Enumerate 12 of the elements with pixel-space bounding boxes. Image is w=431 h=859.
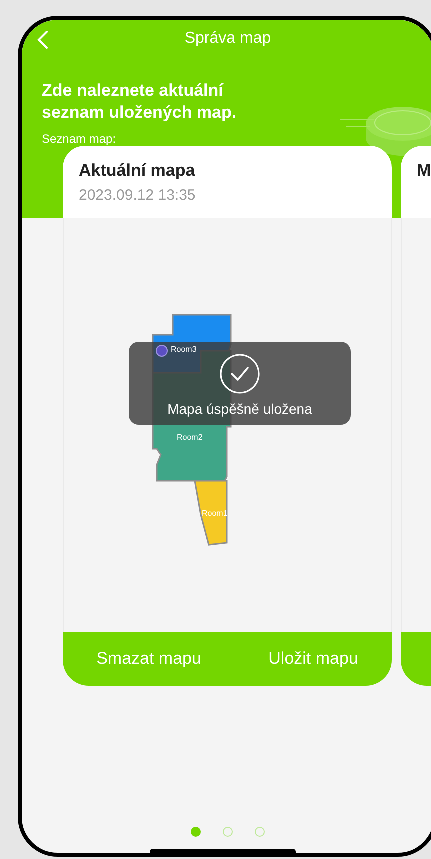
map-action-button[interactable]: Uložit mapu [260,646,366,672]
room-label: Room2 [177,433,203,443]
page-title: Správa map [184,29,272,49]
map-action-button[interactable]: Smazat mapu [88,646,210,672]
room-label: Room3 [171,345,197,355]
map-title: M [417,160,431,182]
list-label: Seznam map: [42,131,118,147]
room-label: Room1 [202,509,228,519]
intro-heading: Zde naleznete aktuální seznam uložených map. [42,80,238,124]
map-title: Aktuální mapa [79,160,196,182]
toast-message: Mapa úspěšně uložena [168,400,312,418]
map-date: 2023.09.12 13:35 [79,186,197,206]
